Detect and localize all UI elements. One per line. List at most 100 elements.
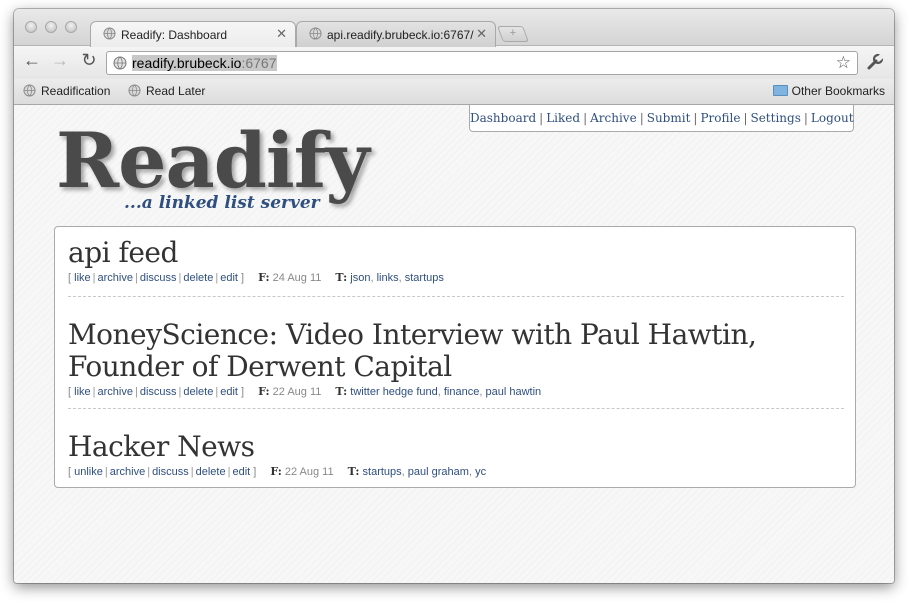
archive-link[interactable]: archive [98,386,133,398]
wrench-icon[interactable] [866,53,884,71]
feed-item-title[interactable]: MoneyScience: Video Interview with Paul … [68,319,844,383]
tag-link[interactable]: paul graham [408,466,469,478]
edit-link[interactable]: edit [220,386,238,398]
delete-link[interactable]: delete [183,272,213,284]
feed-item-title[interactable]: Hacker News [68,431,844,463]
feed-item-meta: [ like | archive | discuss | delete | edit ] F: 2… [68,385,844,398]
nav-link-profile[interactable]: Profile [700,111,740,125]
tag-link[interactable]: yc [475,466,486,478]
globe-icon [103,27,116,40]
nav-link-logout[interactable]: Logout [811,111,854,125]
nav-separator: | [583,111,588,125]
tab-readify-dashboard[interactable]: Readify: Dashboard ✕ [90,21,296,47]
action-separator: | [92,272,96,284]
tab-title: api.readify.brubeck.io:6767/ [327,28,474,42]
nav-link-liked[interactable]: Liked [546,111,580,125]
bookmark-read-later[interactable]: Read Later [128,84,205,98]
tags-label: T: [347,465,360,478]
feed-list: api feed [ like | archive | discuss | delete | ed… [54,226,856,488]
discuss-link[interactable]: discuss [152,466,189,478]
tag-link[interactable]: finance [444,386,479,398]
action-separator: | [227,466,231,478]
action-separator: | [178,386,182,398]
action-separator: | [134,272,138,284]
nav-separator: | [639,111,644,125]
bookmark-label: Read Later [146,84,206,98]
minimize-window-button[interactable] [45,21,57,33]
tag-link[interactable]: links [377,272,399,284]
action-separator: | [104,466,108,478]
delete-link[interactable]: delete [196,466,226,478]
plus-icon: + [509,27,517,39]
tag-link[interactable]: startups [363,466,402,478]
reload-icon[interactable]: ↻ [78,50,100,71]
delete-link[interactable]: delete [183,386,213,398]
maximize-window-button[interactable] [65,21,77,33]
bookmark-readification[interactable]: Readification [23,84,110,98]
discuss-link[interactable]: discuss [140,272,177,284]
forward-arrow-icon[interactable]: → [49,50,71,71]
site-nav: Dashboard | Liked | Archive | Submit | Profile | S… [469,105,854,132]
date-label: F: [258,385,270,398]
feed-item-title[interactable]: api feed [68,237,844,269]
tag-link[interactable]: startups [405,272,444,284]
tags-label: T: [335,271,348,284]
tab-strip: Readify: Dashboard ✕ api.readify.brubeck… [14,9,894,47]
tags-label: T: [335,385,348,398]
tag-link[interactable]: json [350,272,370,284]
item-date: 22 Aug 11 [269,386,322,398]
close-window-button[interactable] [25,21,37,33]
archive-link[interactable]: archive [110,466,145,478]
tab-close-icon[interactable]: ✕ [476,26,487,42]
tag-link[interactable]: twitter hedge fund [350,386,437,398]
nav-link-settings[interactable]: Settings [750,111,800,125]
other-bookmarks[interactable]: Other Bookmarks [772,84,885,98]
tab-title: Readify: Dashboard [121,28,228,42]
unlike-link[interactable]: unlike [74,466,103,478]
action-separator: | [215,386,219,398]
bracket-close: ] [250,466,257,478]
like-link[interactable]: like [74,386,91,398]
action-separator: | [134,386,138,398]
feed-item-meta: [ unlike | archive | discuss | delete | edit ] F:… [68,465,844,478]
tag-link[interactable]: paul hawtin [485,386,541,398]
date-label: F: [258,271,270,284]
globe-icon [128,84,141,97]
nav-separator: | [803,111,808,125]
like-link[interactable]: like [74,272,91,284]
globe-icon [113,56,127,70]
item-divider [68,296,844,297]
action-separator: | [190,466,194,478]
bookmarks-bar: Readification Read Later Other Bookmarks [14,79,894,105]
bookmark-star-icon[interactable]: ☆ [836,53,851,73]
action-separator: | [215,272,219,284]
nav-link-dashboard[interactable]: Dashboard [470,111,536,125]
back-arrow-icon[interactable]: ← [21,50,43,71]
feed-item: Hacker News [ unlike | archive | discuss | dele… [68,431,844,479]
globe-icon [23,84,36,97]
archive-link[interactable]: archive [98,272,133,284]
url-text[interactable]: readify.brubeck.io:6767 [132,55,277,71]
site-logo[interactable]: Readify [56,123,370,199]
feed-item: MoneyScience: Video Interview with Paul … [68,319,844,399]
edit-link[interactable]: edit [220,272,238,284]
discuss-link[interactable]: discuss [140,386,177,398]
feed-item-meta: [ like | archive | discuss | delete | edit ] F: 2… [68,271,844,284]
nav-link-submit[interactable]: Submit [647,111,691,125]
url-host: readify.brubeck.io [132,55,242,71]
action-separator: | [178,272,182,284]
new-tab-button[interactable]: + [497,26,529,42]
bracket-close: ] [237,386,245,398]
nav-link-archive[interactable]: Archive [590,111,637,125]
address-bar[interactable]: readify.brubeck.io:6767 ☆ [106,51,858,75]
edit-link[interactable]: edit [232,466,250,478]
tab-close-icon[interactable]: ✕ [276,26,287,42]
feed-item: api feed [ like | archive | discuss | delete | ed… [68,237,844,285]
tab-api-feed[interactable]: api.readify.brubeck.io:6767/ ✕ [296,21,496,47]
nav-separator: | [743,111,748,125]
url-port: :6767 [241,55,277,71]
nav-separator: | [693,111,698,125]
other-bookmarks-label: Other Bookmarks [791,84,885,98]
page-content: Dashboard | Liked | Archive | Submit | Profile | S… [14,105,894,583]
globe-icon [309,27,322,40]
